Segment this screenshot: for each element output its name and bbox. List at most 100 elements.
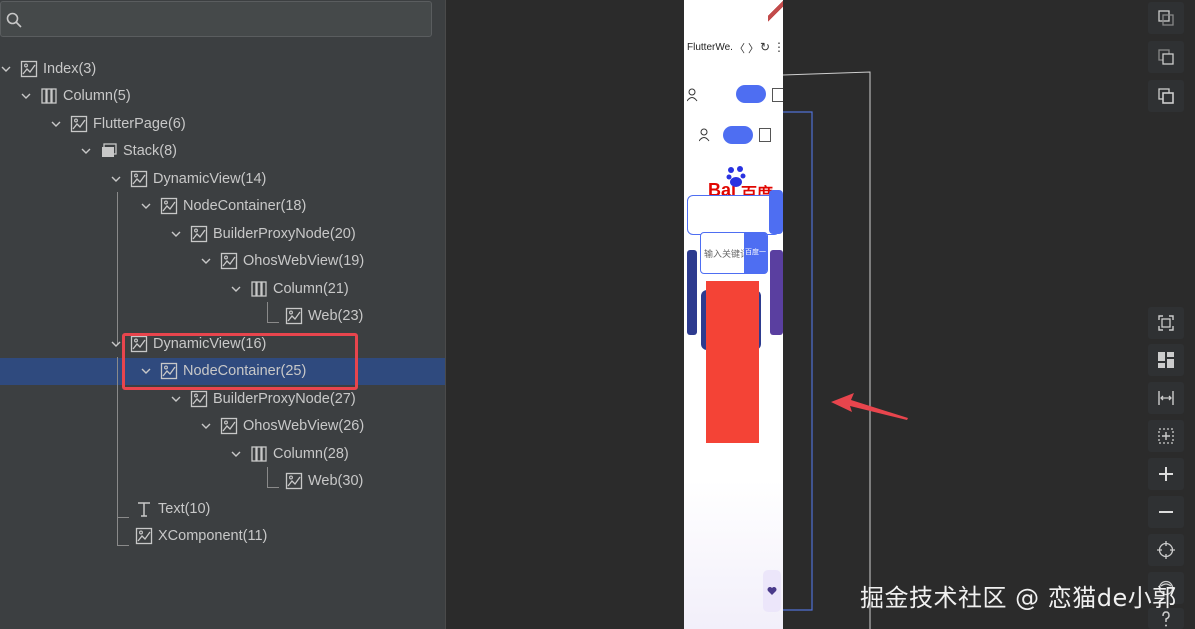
component-icon: [220, 417, 238, 435]
zoom-out-button[interactable]: [1148, 496, 1184, 528]
phone-search-button[interactable]: 百度一下: [744, 232, 767, 274]
column-icon: [250, 280, 268, 298]
preview-canvas[interactable]: [446, 0, 1146, 629]
tree-node-label: OhosWebView(26): [243, 418, 365, 434]
chevron-down-icon[interactable]: [50, 118, 62, 130]
tree-node[interactable]: Index(3): [0, 58, 96, 80]
tree-node[interactable]: XComponent(11): [135, 525, 267, 547]
component-icon: [135, 527, 153, 545]
copy-top-button[interactable]: [1148, 2, 1184, 34]
qr-icon[interactable]: [772, 88, 783, 102]
tree-node-label: Text(10): [158, 501, 211, 517]
tree-node-label: Column(5): [63, 88, 131, 104]
tree-node[interactable]: OhosWebView(26): [200, 415, 364, 437]
phone-search-button-back: [769, 190, 783, 234]
fit-screen-button[interactable]: [1148, 307, 1184, 339]
phone-floating-button[interactable]: [763, 570, 781, 612]
bounds-outline: [782, 71, 871, 629]
chevron-down-icon[interactable]: [80, 145, 92, 157]
user-icon[interactable]: [699, 128, 711, 142]
tree-node[interactable]: Stack(8): [80, 140, 177, 162]
tree-node[interactable]: BuilderProxyNode(20): [170, 223, 356, 245]
copy-front-button[interactable]: [1148, 80, 1184, 112]
layout-icon: [1158, 352, 1174, 368]
target-button[interactable]: [1148, 534, 1184, 566]
tree-node-label: Index(3): [43, 61, 97, 77]
chevron-down-icon[interactable]: [20, 90, 32, 102]
target-icon: [1157, 541, 1175, 559]
text-icon: [135, 500, 153, 518]
phone-preview[interactable]: FlutterWe... 〈 〉 ↻ ⋮ Bai 百度 输入关键词 百度一下: [684, 0, 783, 629]
tree-node-label: OhosWebView(19): [243, 253, 365, 269]
tree-node[interactable]: Column(28): [230, 443, 349, 465]
chevron-down-icon[interactable]: [230, 448, 242, 460]
search-box[interactable]: [0, 1, 432, 37]
search-icon: [6, 12, 22, 28]
tree-line: [267, 302, 268, 322]
qr-icon[interactable]: [759, 128, 771, 142]
column-icon: [250, 445, 268, 463]
tree-node[interactable]: Column(21): [230, 278, 349, 300]
user-icon[interactable]: [687, 88, 699, 102]
chevron-down-icon[interactable]: [170, 393, 182, 405]
tree-node[interactable]: DynamicView(14): [110, 168, 266, 190]
chevron-down-icon[interactable]: [200, 255, 212, 267]
tree-line: [117, 545, 129, 546]
layout-button[interactable]: [1148, 344, 1184, 376]
chevron-down-icon[interactable]: [110, 173, 122, 185]
phone-pill-button[interactable]: [736, 85, 766, 103]
phone-reload-button[interactable]: ↻: [760, 40, 770, 54]
component-icon: [190, 390, 208, 408]
component-icon: [130, 170, 148, 188]
chevron-down-icon[interactable]: [170, 228, 182, 240]
tree-node[interactable]: OhosWebView(19): [200, 250, 364, 272]
select-region-button[interactable]: [1148, 420, 1184, 452]
fit-width-button[interactable]: [1148, 382, 1184, 414]
component-tree-panel: Index(3) Column(5) FlutterPage(6) Stack(8) D…: [0, 0, 446, 629]
component-icon: [190, 225, 208, 243]
chevron-down-icon[interactable]: [230, 283, 242, 295]
phone-side-card: [687, 250, 697, 335]
tree-line: [267, 322, 279, 323]
phone-pill-button[interactable]: [723, 126, 753, 144]
phone-search-placeholder: 输入关键词: [704, 249, 750, 259]
tree-node[interactable]: BuilderProxyNode(27): [170, 388, 356, 410]
tree-node[interactable]: Web(23): [285, 305, 363, 327]
search-input[interactable]: [27, 8, 421, 32]
tree-node[interactable]: Web(30): [285, 470, 363, 492]
component-icon: [20, 60, 38, 78]
phone-back-button[interactable]: 〈: [734, 40, 745, 56]
component-icon: [70, 115, 88, 133]
tree-node-label: DynamicView(14): [153, 171, 267, 187]
zoom-out-icon: [1159, 511, 1173, 513]
fit-width-icon: [1158, 391, 1174, 405]
tree-node[interactable]: Column(5): [20, 85, 131, 107]
tree-node[interactable]: NodeContainer(18): [140, 195, 306, 217]
tree-node-label: BuilderProxyNode(20): [213, 226, 356, 242]
tree-node-label: Column(21): [273, 281, 349, 297]
tree-node-label: Stack(8): [123, 143, 177, 159]
zoom-in-button[interactable]: [1148, 458, 1184, 490]
component-icon: [285, 472, 303, 490]
phone-search-box-back: [687, 195, 780, 235]
component-icon: [160, 197, 178, 215]
copy-front-icon: [1158, 88, 1174, 104]
tree-line: [117, 517, 129, 518]
chevron-down-icon[interactable]: [140, 200, 152, 212]
tree-line: [267, 487, 279, 488]
copy-top-icon: [1158, 10, 1174, 26]
tree-node-label: Column(28): [273, 446, 349, 462]
redacted-block: [706, 281, 759, 443]
tree-node[interactable]: Text(10): [135, 498, 210, 520]
phone-forward-button[interactable]: 〉: [748, 40, 759, 56]
copy-middle-button[interactable]: [1148, 41, 1184, 73]
select-region-icon: [1158, 428, 1174, 444]
tree-node-label: Web(30): [308, 473, 364, 489]
corner-ribbon: [768, 0, 783, 22]
chevron-down-icon[interactable]: [110, 338, 122, 350]
chevron-down-icon[interactable]: [0, 63, 12, 75]
chevron-down-icon[interactable]: [200, 420, 212, 432]
phone-side-card: [770, 250, 783, 335]
tree-node[interactable]: FlutterPage(6): [50, 113, 186, 135]
phone-menu-button[interactable]: ⋮: [773, 40, 783, 54]
